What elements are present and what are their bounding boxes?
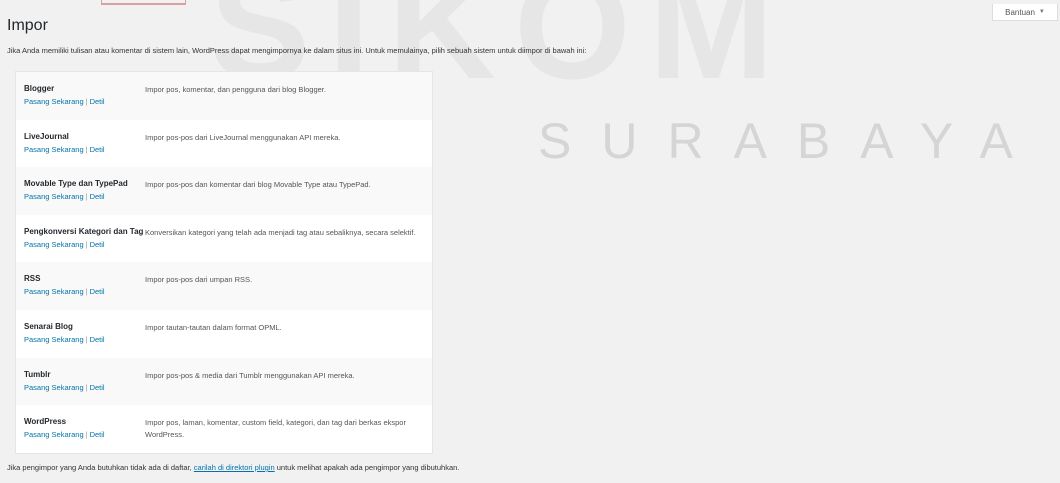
importer-title-cell: Tumblr Pasang Sekarang | Detil: [24, 370, 145, 406]
install-now-link[interactable]: Pasang Sekarang: [24, 145, 84, 154]
install-now-link[interactable]: Pasang Sekarang: [24, 97, 84, 106]
install-now-link[interactable]: Pasang Sekarang: [24, 192, 84, 201]
importer-description: Impor pos, komentar, dan pengguna dari b…: [145, 85, 326, 94]
plugin-directory-link[interactable]: carilah di direktori plugin: [194, 463, 275, 472]
importer-row: Blogger Pasang Sekarang | Detil Impor pos, k…: [16, 72, 432, 120]
importer-name: Movable Type dan TypePad: [24, 179, 128, 189]
action-separator: |: [85, 287, 88, 297]
page-title: Impor: [7, 17, 48, 34]
importer-actions: Pasang Sekarang | Detil: [24, 192, 145, 201]
action-separator: |: [85, 144, 88, 154]
help-tab-button[interactable]: Bantuan ▼: [992, 4, 1058, 21]
importer-actions: Pasang Sekarang | Detil: [24, 240, 145, 249]
install-now-link[interactable]: Pasang Sekarang: [24, 430, 84, 439]
importer-description: Impor pos, laman, komentar, custom field…: [145, 418, 406, 440]
importer-name: WordPress: [24, 417, 67, 427]
importer-actions: Pasang Sekarang | Detil: [24, 335, 145, 344]
importer-title-cell: Pengkonversi Kategori dan Tag Pasang Seka…: [24, 227, 145, 263]
importer-title-cell: Blogger Pasang Sekarang | Detil: [24, 84, 145, 120]
importer-actions: Pasang Sekarang | Detil: [24, 287, 145, 296]
details-link[interactable]: Detil: [90, 97, 105, 106]
top-bar-fragment: [0, 0, 1060, 5]
importer-row: Senarai Blog Pasang Sekarang | Detil Impor t…: [16, 310, 432, 358]
importer-name: Blogger: [24, 84, 55, 93]
importer-row: LiveJournal Pasang Sekarang | Detil Impor po…: [16, 120, 432, 168]
importer-description: Konversikan kategori yang telah ada menj…: [145, 227, 416, 237]
importers-table: Blogger Pasang Sekarang | Detil Impor pos, k…: [15, 71, 433, 454]
importer-row: RSS Pasang Sekarang | Detil Impor pos-pos da…: [16, 262, 432, 310]
action-separator: |: [85, 430, 88, 440]
importer-actions: Pasang Sekarang | Detil: [24, 97, 145, 106]
watermark-sub-text: SURABAYA: [538, 113, 1043, 169]
importer-row: Tumblr Pasang Sekarang | Detil Impor pos-pos…: [16, 357, 432, 406]
importer-title-cell: RSS Pasang Sekarang | Detil: [24, 274, 145, 310]
action-separator: |: [85, 334, 88, 344]
install-now-link[interactable]: Pasang Sekarang: [24, 335, 84, 344]
details-link[interactable]: Detil: [90, 145, 105, 154]
action-separator: |: [85, 239, 88, 249]
importer-name: Pengkonversi Kategori dan Tag: [24, 226, 144, 236]
install-now-link[interactable]: Pasang Sekarang: [24, 383, 84, 392]
importer-title-cell: Movable Type dan TypePad Pasang Sekarang |…: [24, 179, 145, 215]
importer-description: Impor pos-pos dari umpan RSS.: [145, 275, 253, 285]
importer-name: RSS: [24, 274, 41, 284]
importer-actions: Pasang Sekarang | Detil: [24, 383, 145, 392]
details-link[interactable]: Detil: [90, 383, 105, 392]
importer-row: Movable Type dan TypePad Pasang Sekarang |…: [16, 167, 432, 215]
importer-description: Impor pos-pos & media dari Tumblr menggu…: [145, 370, 355, 380]
action-separator: |: [85, 192, 88, 202]
intro-text: Jika Anda memiliki tulisan atau komentar…: [7, 46, 587, 55]
footer-note: Jika pengimpor yang Anda butuhkan tidak …: [7, 463, 459, 472]
cropped-logo-fragment: [101, 0, 186, 5]
importer-name: LiveJournal: [24, 131, 69, 141]
footer-text-after: untuk melihat apakah ada pengimpor yang …: [274, 463, 460, 472]
install-now-link[interactable]: Pasang Sekarang: [24, 240, 84, 249]
action-separator: |: [85, 382, 88, 392]
details-link[interactable]: Detil: [90, 192, 105, 201]
importer-row: Pengkonversi Kategori dan Tag Pasang Seka…: [16, 215, 432, 263]
importer-actions: Pasang Sekarang | Detil: [24, 430, 145, 439]
importer-description: Impor tautan-tautan dalam format OPML.: [145, 322, 282, 332]
install-now-link[interactable]: Pasang Sekarang: [24, 287, 84, 296]
importer-actions: Pasang Sekarang | Detil: [24, 145, 145, 154]
details-link[interactable]: Detil: [90, 430, 105, 439]
importer-name: Senarai Blog: [24, 321, 73, 331]
importer-title-cell: LiveJournal Pasang Sekarang | Detil: [24, 132, 145, 168]
importer-title-cell: Senarai Blog Pasang Sekarang | Detil: [24, 322, 145, 358]
importer-title-cell: WordPress Pasang Sekarang | Detil: [24, 417, 145, 453]
caret-down-icon: ▼: [1038, 9, 1045, 15]
help-tab-label: Bantuan: [1005, 7, 1035, 17]
details-link[interactable]: Detil: [90, 240, 105, 249]
importer-row: WordPress Pasang Sekarang | Detil Impor pos,…: [16, 405, 432, 453]
details-link[interactable]: Detil: [90, 287, 105, 296]
details-link[interactable]: Detil: [90, 335, 105, 344]
importer-description: Impor pos-pos dari LiveJournal menggunak…: [145, 132, 341, 142]
action-separator: |: [85, 97, 88, 106]
importer-description: Impor pos-pos dan komentar dari blog Mov…: [145, 180, 371, 190]
importer-name: Tumblr: [24, 369, 51, 379]
footer-text-before: Jika pengimpor yang Anda butuhkan tidak …: [7, 463, 194, 472]
